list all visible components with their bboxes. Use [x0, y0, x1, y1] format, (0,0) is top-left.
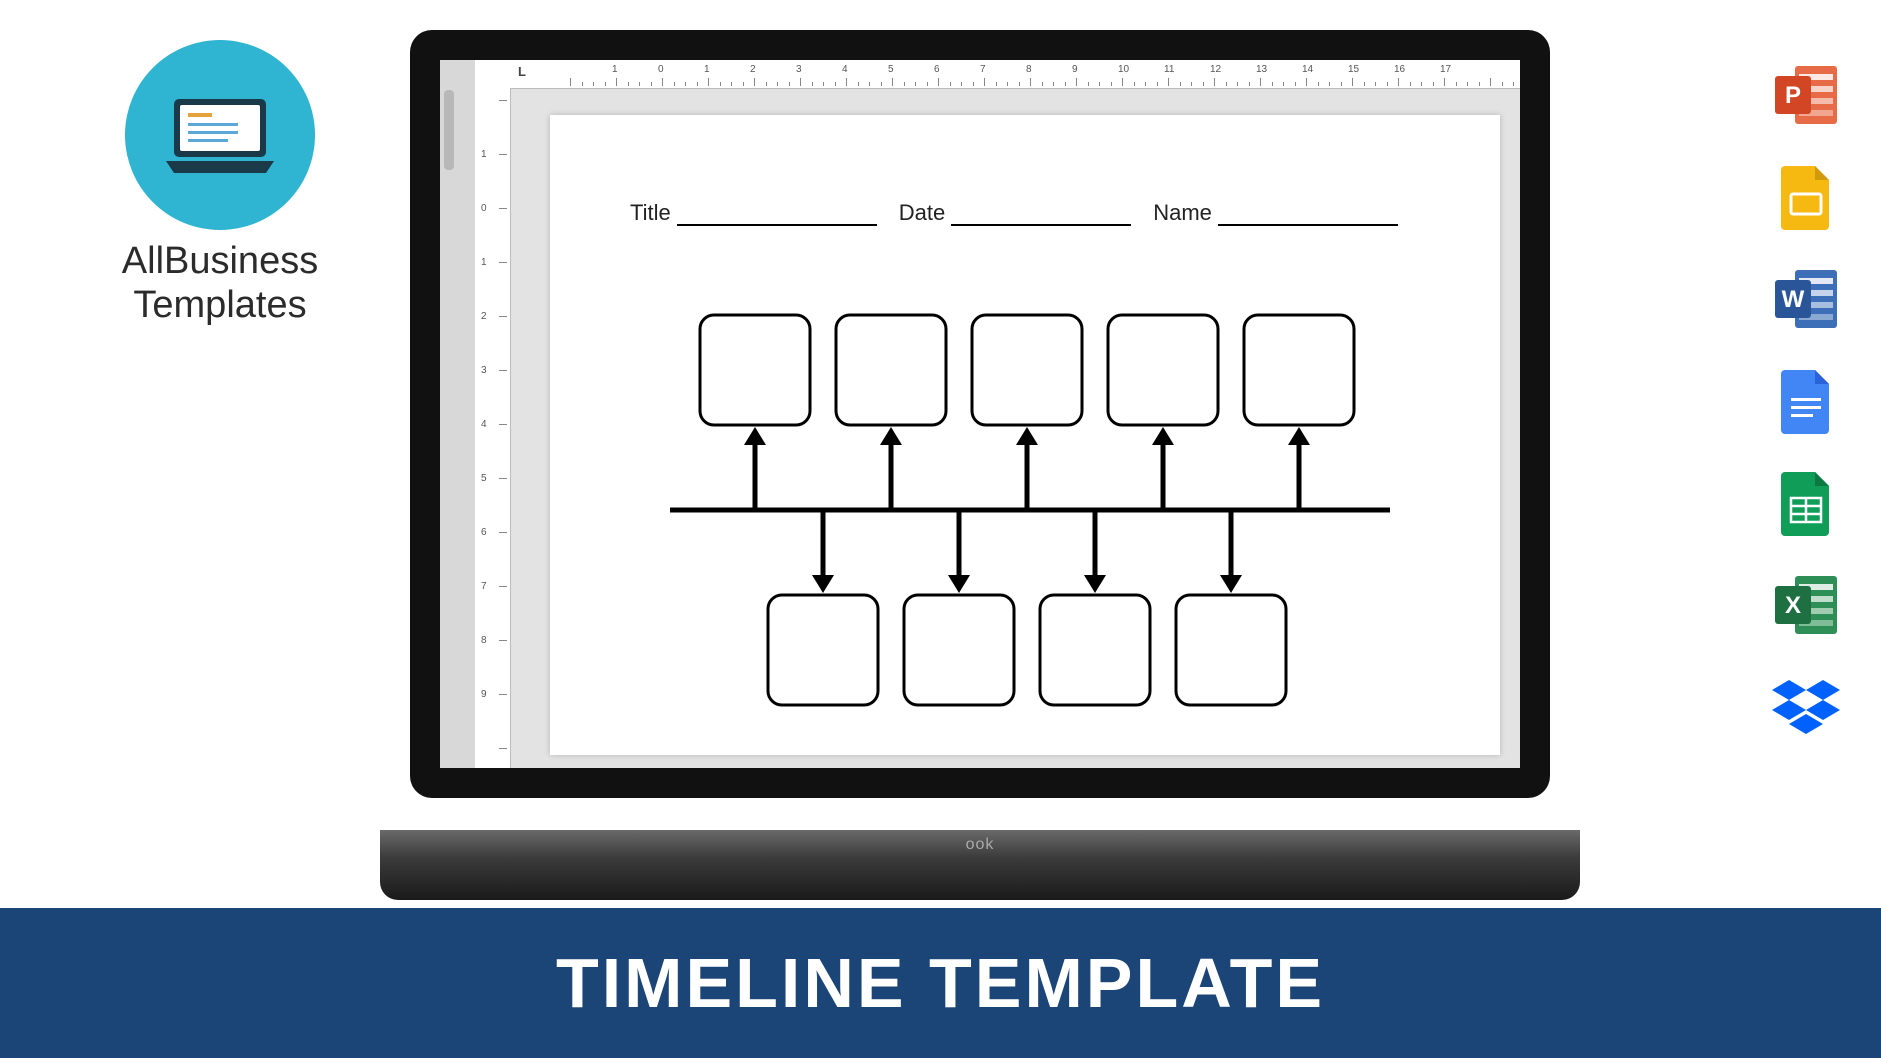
google-sheets-icon[interactable]	[1771, 468, 1841, 538]
horizontal-ruler[interactable]: L 101234567891011121314151617	[510, 60, 1520, 89]
date-underline[interactable]	[951, 223, 1131, 226]
excel-icon[interactable]: X	[1771, 570, 1841, 640]
laptop-mockup: 10123456789 L 10123456789101112131415161…	[380, 0, 1580, 900]
title-banner: TIMELINE TEMPLATE	[0, 908, 1881, 1058]
vertical-scrollbar-thumb[interactable]	[444, 90, 454, 170]
dropbox-icon[interactable]	[1771, 672, 1841, 742]
laptop-hinge-text: ook	[966, 836, 995, 854]
google-slides-icon[interactable]	[1771, 162, 1841, 232]
date-field: Date	[899, 200, 1131, 226]
laptop-screen-bezel: 10123456789 L 10123456789101112131415161…	[410, 30, 1550, 798]
timeline-diagram[interactable]	[640, 295, 1420, 725]
name-underline[interactable]	[1218, 223, 1398, 226]
word-icon[interactable]: W	[1771, 264, 1841, 334]
ruler-corner-marker: L	[518, 64, 526, 79]
document-page[interactable]: Title Date Name	[550, 115, 1500, 755]
banner-title: TIMELINE TEMPLATE	[556, 943, 1325, 1023]
name-label: Name	[1153, 200, 1212, 226]
brand-logo-block: AllBusiness Templates	[90, 40, 350, 327]
google-docs-icon[interactable]	[1771, 366, 1841, 436]
format-icons-column: P W X	[1771, 60, 1841, 742]
brand-logo-circle	[125, 40, 315, 230]
powerpoint-icon[interactable]: P	[1771, 60, 1841, 130]
laptop-document-icon	[160, 93, 280, 178]
laptop-base: ook	[380, 830, 1580, 900]
document-header-row: Title Date Name	[630, 200, 1420, 226]
vertical-ruler[interactable]: 10123456789	[475, 60, 511, 768]
svg-text:P: P	[1785, 82, 1801, 109]
name-field: Name	[1153, 200, 1398, 226]
title-label: Title	[630, 200, 671, 226]
brand-line-2: Templates	[133, 284, 306, 326]
title-field: Title	[630, 200, 877, 226]
brand-line-1: AllBusiness	[122, 240, 318, 282]
title-underline[interactable]	[677, 223, 877, 226]
brand-name: AllBusiness Templates	[90, 240, 350, 327]
editor-viewport: 10123456789 L 10123456789101112131415161…	[440, 60, 1520, 768]
date-label: Date	[899, 200, 945, 226]
svg-text:W: W	[1782, 286, 1805, 313]
svg-text:X: X	[1785, 592, 1801, 619]
